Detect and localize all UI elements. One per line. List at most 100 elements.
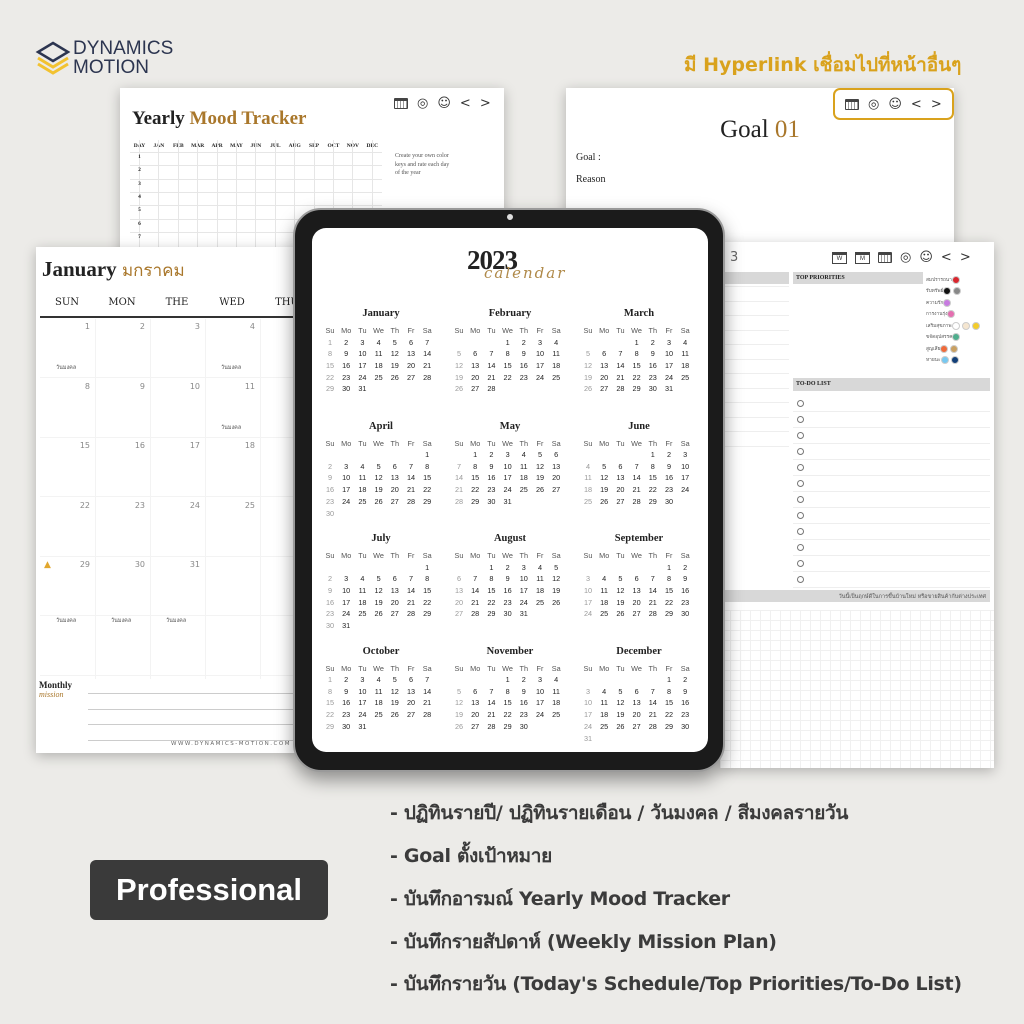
day-number: 16: [681, 698, 690, 708]
legend-label: สมปรารถนา: [926, 277, 952, 283]
auspicious-tag: วันมงคล: [56, 618, 77, 624]
smiley-icon[interactable]: ☺: [888, 97, 902, 112]
chevron-left-icon[interactable]: <: [911, 97, 922, 112]
calendar-icon[interactable]: [845, 98, 859, 110]
weekday-label: Su: [325, 326, 335, 335]
todo-checkbox[interactable]: [797, 480, 804, 487]
target-icon[interactable]: ◎: [868, 97, 879, 112]
day-number: 4: [360, 461, 365, 471]
day-number: 13: [390, 473, 399, 483]
day-number: 22: [325, 710, 335, 720]
day-number: 18: [374, 360, 383, 370]
monthly-mission-label: Monthly mission: [39, 681, 72, 700]
chevron-left-icon[interactable]: <: [941, 250, 952, 265]
day-number: 27: [406, 710, 416, 720]
day-number: 14: [454, 473, 464, 483]
day-number: 24: [583, 609, 593, 619]
day-number: 25: [358, 496, 367, 506]
target-icon[interactable]: ◎: [417, 96, 428, 111]
weekday-label: Mo: [599, 438, 610, 448]
weekday-label: Sa: [680, 326, 690, 335]
day-number: 24: [681, 485, 690, 495]
day-number: 5: [537, 450, 543, 459]
weekday-label: Mo: [470, 663, 481, 673]
day-number: 5: [456, 686, 462, 696]
smiley-icon[interactable]: ☺: [437, 96, 451, 111]
todo-checkbox[interactable]: [797, 496, 804, 503]
professional-badge: Professional: [90, 860, 328, 920]
grid-line: [130, 205, 382, 207]
day-number: 15: [487, 585, 496, 595]
chevron-right-icon[interactable]: >: [960, 250, 971, 265]
day-number: 18: [681, 360, 690, 370]
grid-line: [130, 178, 382, 180]
day-number: 2: [327, 574, 333, 584]
day-number: 12: [600, 473, 609, 483]
weekday-label: Mo: [599, 551, 610, 560]
calendar-icon[interactable]: [878, 252, 892, 263]
day-number: 18: [535, 585, 545, 595]
january-page: January มกราคม Monthly mission WWW.DYNAM…: [36, 247, 300, 753]
day-number: 9: [344, 349, 349, 359]
week-icon[interactable]: W: [832, 251, 847, 264]
day-number: 28: [487, 384, 496, 394]
mission-label: mission: [39, 690, 64, 699]
todo-checkbox[interactable]: [797, 464, 804, 471]
todo-checkbox[interactable]: [797, 400, 804, 407]
day-number: 24: [358, 372, 367, 382]
day-number: 16: [519, 698, 528, 708]
weekday-label: Fr: [536, 663, 544, 673]
day-number: 16: [503, 585, 512, 595]
weekday-label: Tu: [487, 663, 496, 673]
smiley-icon[interactable]: ☺: [919, 250, 933, 265]
mood-row-label: 3: [138, 180, 141, 187]
day-number: 16: [325, 597, 335, 607]
day-number: 13: [406, 349, 416, 359]
chevron-left-icon[interactable]: <: [460, 96, 471, 111]
todo-checkbox[interactable]: [797, 576, 804, 583]
color-dot: [943, 287, 952, 296]
day-number: 9: [650, 349, 655, 359]
day-number: 18: [358, 597, 367, 607]
chevron-right-icon[interactable]: >: [931, 97, 942, 112]
todo-checkbox[interactable]: [797, 448, 804, 455]
todo-checkbox[interactable]: [797, 528, 804, 535]
color-dot: [951, 321, 960, 330]
day-number: 24: [503, 485, 512, 495]
todo-checkbox[interactable]: [797, 416, 804, 423]
day-number: 31: [342, 621, 351, 630]
day-number: 13: [454, 585, 464, 595]
todo-checkbox[interactable]: [797, 432, 804, 439]
day-number: 10: [583, 698, 593, 708]
day-number: 30: [519, 721, 528, 731]
day-number: 5: [585, 349, 591, 359]
calendar-icon[interactable]: [394, 98, 408, 109]
day-number: 21: [454, 485, 464, 495]
date-fragment: 3: [730, 250, 739, 265]
weekday-label: Mo: [470, 438, 481, 448]
day-number: 17: [189, 441, 200, 450]
day-number: 1: [666, 562, 672, 572]
todo-checkbox[interactable]: [797, 560, 804, 567]
day-number: 23: [664, 485, 674, 495]
day-number: 14: [406, 473, 416, 483]
january-title: January มกราคม: [42, 257, 185, 284]
day-number: 12: [454, 360, 464, 370]
day-number: 12: [616, 698, 625, 708]
todo-checkbox[interactable]: [797, 544, 804, 551]
day-number: 18: [600, 597, 609, 607]
day-number: 30: [648, 384, 657, 394]
day-number: 31: [519, 609, 528, 619]
grid-line: [177, 140, 179, 260]
day-number: 28: [471, 609, 480, 619]
day-number: 24: [519, 597, 528, 607]
chevron-right-icon[interactable]: >: [480, 96, 491, 111]
day-number: 3: [344, 461, 349, 471]
day-number: 9: [327, 585, 333, 595]
todo-checkbox[interactable]: [797, 512, 804, 519]
target-icon[interactable]: ◎: [900, 250, 911, 265]
month-icon[interactable]: M: [855, 251, 870, 264]
weekday-label: Fr: [407, 438, 415, 448]
day-number: 20: [471, 372, 480, 382]
weekday-label: MON: [108, 297, 136, 308]
